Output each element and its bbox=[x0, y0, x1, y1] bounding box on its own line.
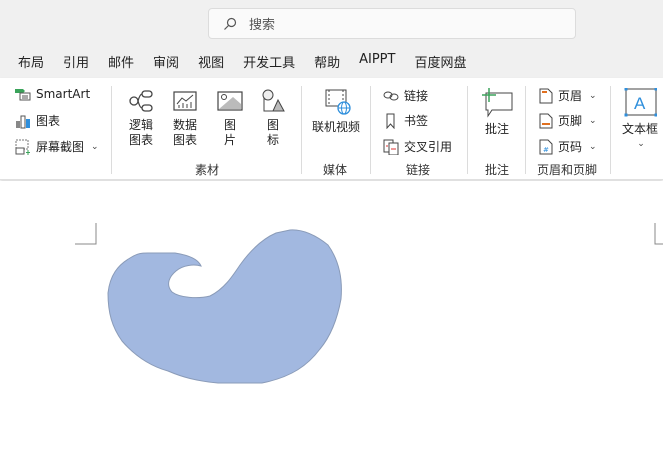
tab-view[interactable]: 视图 bbox=[198, 52, 224, 71]
logic-chart-icon bbox=[129, 90, 153, 112]
smartart-label: SmartArt bbox=[36, 87, 91, 101]
data-chart-label-1: 数据 bbox=[172, 118, 197, 132]
page-number-label: 页码 bbox=[558, 140, 583, 154]
icons-button[interactable]: 图 标 bbox=[257, 88, 289, 148]
comment-button[interactable]: 批注 bbox=[478, 88, 516, 137]
bookmark-label: 书签 bbox=[404, 114, 429, 128]
chevron-down-icon: ⌄ bbox=[91, 141, 99, 152]
divider bbox=[610, 86, 611, 174]
search-box[interactable]: 搜索 bbox=[208, 8, 576, 39]
group-label-links: 链接 bbox=[406, 163, 431, 177]
group-label-materials: 素材 bbox=[195, 163, 220, 177]
group-label-media: 媒体 bbox=[323, 163, 348, 177]
bookmark-button[interactable]: 书签 bbox=[383, 112, 428, 129]
chart-icon bbox=[16, 115, 30, 128]
chart-button[interactable]: 图表 bbox=[15, 112, 60, 129]
header-button[interactable]: 页眉 ⌄ bbox=[539, 87, 597, 104]
footer-label: 页脚 bbox=[558, 114, 583, 128]
online-video-icon bbox=[325, 89, 351, 115]
new-comment-icon bbox=[482, 88, 513, 118]
picture-label-2: 片 bbox=[223, 133, 236, 147]
data-chart-icon bbox=[173, 91, 197, 111]
picture-button[interactable]: 图 片 bbox=[214, 88, 246, 148]
chevron-down-icon: ⌄ bbox=[589, 115, 597, 126]
tab-aippt[interactable]: AIPPT bbox=[359, 52, 395, 71]
page-number-icon: # bbox=[539, 139, 553, 154]
text-box-icon: A bbox=[624, 87, 658, 117]
screenshot-label: 屏幕截图 bbox=[36, 140, 85, 154]
group-label-comments: 批注 bbox=[485, 163, 510, 177]
chart-label: 图表 bbox=[36, 114, 61, 128]
divider bbox=[301, 86, 302, 174]
tab-developer[interactable]: 开发工具 bbox=[243, 52, 295, 71]
tab-review[interactable]: 审阅 bbox=[153, 52, 179, 71]
chevron-down-icon: ⌄ bbox=[589, 141, 597, 152]
search-icon bbox=[224, 17, 237, 30]
picture-icon bbox=[217, 91, 243, 111]
document-canvas bbox=[0, 181, 663, 472]
footer-icon bbox=[539, 113, 553, 128]
icons-icon bbox=[262, 89, 285, 112]
logic-chart-label-2: 图表 bbox=[128, 133, 153, 147]
svg-text:A: A bbox=[634, 94, 646, 113]
ribbon: SmartArt 图表 屏幕截图 ⌄ 逻辑 图表 数据 图表 图 片 图 标 素材… bbox=[0, 78, 663, 180]
cross-reference-icon bbox=[383, 139, 399, 155]
smartart-icon bbox=[15, 89, 31, 101]
tab-references[interactable]: 引用 bbox=[63, 52, 89, 71]
icons-label-2: 标 bbox=[266, 133, 279, 147]
search-placeholder: 搜索 bbox=[249, 18, 276, 33]
chevron-down-icon: ⌄ bbox=[637, 139, 645, 149]
online-video-button[interactable]: 联机视频 bbox=[310, 88, 362, 135]
header-label: 页眉 bbox=[558, 89, 583, 103]
smartart-button[interactable]: SmartArt bbox=[15, 87, 90, 101]
bookmark-icon bbox=[386, 113, 395, 129]
divider bbox=[111, 86, 112, 174]
tab-help[interactable]: 帮助 bbox=[314, 52, 340, 71]
svg-text:#: # bbox=[543, 146, 549, 154]
document-page bbox=[75, 223, 663, 384]
text-box-label: 文本框 bbox=[621, 122, 658, 136]
online-video-label: 联机视频 bbox=[311, 120, 360, 134]
freeform-shape[interactable] bbox=[107, 229, 342, 384]
link-button[interactable]: 链接 bbox=[383, 87, 428, 104]
text-box-button[interactable]: A 文本框 ⌄ bbox=[620, 87, 660, 152]
logic-chart-label-1: 逻辑 bbox=[128, 118, 153, 132]
cross-reference-button[interactable]: 交叉引用 bbox=[383, 138, 452, 155]
link-label: 链接 bbox=[404, 89, 429, 103]
data-chart-button[interactable]: 数据 图表 bbox=[169, 88, 201, 148]
icons-label-1: 图 bbox=[266, 118, 279, 132]
logic-chart-button[interactable]: 逻辑 图表 bbox=[125, 88, 157, 148]
footer-button[interactable]: 页脚 ⌄ bbox=[539, 112, 597, 129]
divider bbox=[370, 86, 371, 174]
page-corner-mark-left bbox=[75, 223, 97, 245]
tab-mailings[interactable]: 邮件 bbox=[108, 52, 134, 71]
page-number-button[interactable]: # 页码 ⌄ bbox=[539, 138, 597, 155]
header-icon bbox=[539, 88, 553, 103]
cross-reference-label: 交叉引用 bbox=[404, 140, 453, 154]
tab-layout[interactable]: 布局 bbox=[18, 52, 44, 71]
group-label-header-footer: 页眉和页脚 bbox=[537, 163, 598, 177]
link-icon bbox=[383, 91, 399, 100]
picture-label-1: 图 bbox=[223, 118, 236, 132]
comment-label: 批注 bbox=[484, 122, 509, 136]
data-chart-label-2: 图表 bbox=[172, 133, 197, 147]
screenshot-button[interactable]: 屏幕截图 ⌄ bbox=[15, 138, 99, 155]
ribbon-tabs: 布局 引用 邮件 审阅 视图 开发工具 帮助 AIPPT 百度网盘 bbox=[18, 52, 485, 71]
chevron-down-icon: ⌄ bbox=[589, 90, 597, 101]
tab-baidu-netdisk[interactable]: 百度网盘 bbox=[414, 52, 466, 71]
divider bbox=[525, 86, 526, 174]
screenshot-icon bbox=[15, 139, 30, 155]
title-bar: 搜索 布局 引用 邮件 审阅 视图 开发工具 帮助 AIPPT 百度网盘 bbox=[0, 0, 663, 78]
divider bbox=[467, 86, 468, 174]
page-corner-mark-right bbox=[654, 223, 663, 245]
